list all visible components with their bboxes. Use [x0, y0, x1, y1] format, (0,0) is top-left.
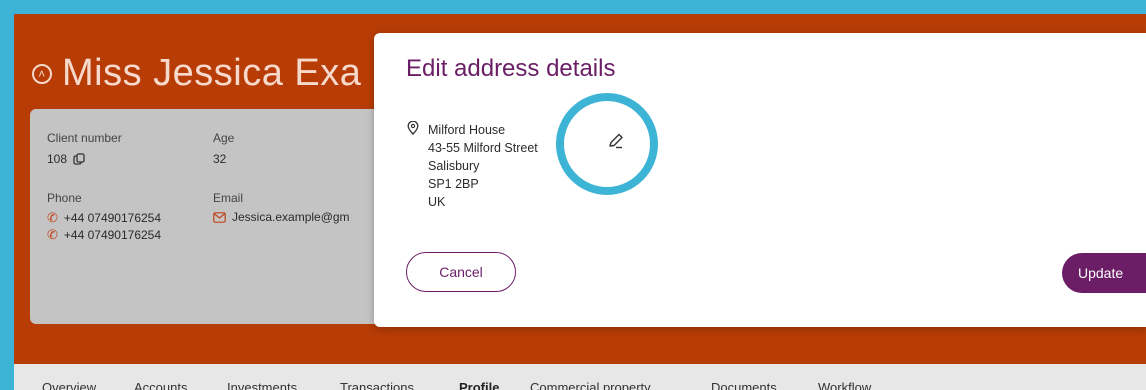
- modal-title: Edit address details: [406, 55, 616, 82]
- address-lines: Milford House 43-55 Milford Street Salis…: [428, 121, 538, 211]
- edit-address-modal: Edit address details Milford House 43-55…: [374, 33, 1146, 327]
- address-block: Milford House 43-55 Milford Street Salis…: [406, 121, 538, 211]
- address-line: Milford House: [428, 123, 506, 137]
- tab-profile[interactable]: Profile: [459, 380, 499, 390]
- highlight-ring: [556, 93, 658, 195]
- address-line: 43-55 Milford Street: [428, 141, 538, 155]
- client-page: ˄ Miss Jessica Exa Client number 108 Age…: [14, 14, 1146, 390]
- client-summary-card: Client number 108 Age 32 Phone ✆ +44 074…: [30, 109, 430, 324]
- age-label: Age: [213, 131, 235, 145]
- tab-overview[interactable]: Overview: [42, 380, 96, 390]
- phone-primary[interactable]: ✆ +44 07490176254: [47, 210, 161, 226]
- profile-tabs: Overview Accounts Investments Transactio…: [14, 364, 1146, 390]
- phone-number: +44 07490176254: [63, 228, 162, 242]
- address-line: SP1 2BP: [428, 177, 479, 191]
- age-value: 32: [213, 152, 227, 166]
- update-button[interactable]: Update: [1062, 253, 1146, 293]
- address-line: UK: [428, 195, 446, 209]
- tab-workflow[interactable]: Workflow: [818, 380, 871, 390]
- client-header: ˄ Miss Jessica Exa: [32, 52, 361, 95]
- location-pin-icon: [407, 121, 419, 135]
- email-value[interactable]: Jessica.example@gm: [213, 210, 350, 224]
- tab-transactions[interactable]: Transactions: [340, 380, 414, 390]
- tab-accounts[interactable]: Accounts: [134, 380, 187, 390]
- cancel-button[interactable]: Cancel: [406, 252, 516, 292]
- phone-icon: ✆: [47, 210, 58, 225]
- email-address: Jessica.example@gm: [232, 210, 350, 224]
- address-line: Salisbury: [428, 159, 480, 173]
- tab-documents[interactable]: Documents: [711, 380, 777, 390]
- client-number-value: 108: [47, 152, 85, 166]
- client-name: Miss Jessica Exa: [62, 52, 362, 94]
- copy-icon[interactable]: [73, 153, 85, 165]
- client-number: 108: [47, 152, 68, 166]
- client-number-label: Client number: [47, 131, 122, 145]
- phone-number: +44 07490176254: [63, 211, 162, 225]
- phone-label: Phone: [47, 191, 82, 205]
- tab-commercial-property[interactable]: Commercial property: [530, 380, 651, 390]
- email-label: Email: [213, 191, 244, 205]
- phone-secondary[interactable]: ✆ +44 07490176254: [47, 227, 161, 243]
- mail-icon: [213, 211, 226, 223]
- phone-icon: ✆: [47, 227, 58, 242]
- collapse-icon[interactable]: ˄: [32, 63, 52, 84]
- tab-investments[interactable]: Investments: [227, 380, 297, 390]
